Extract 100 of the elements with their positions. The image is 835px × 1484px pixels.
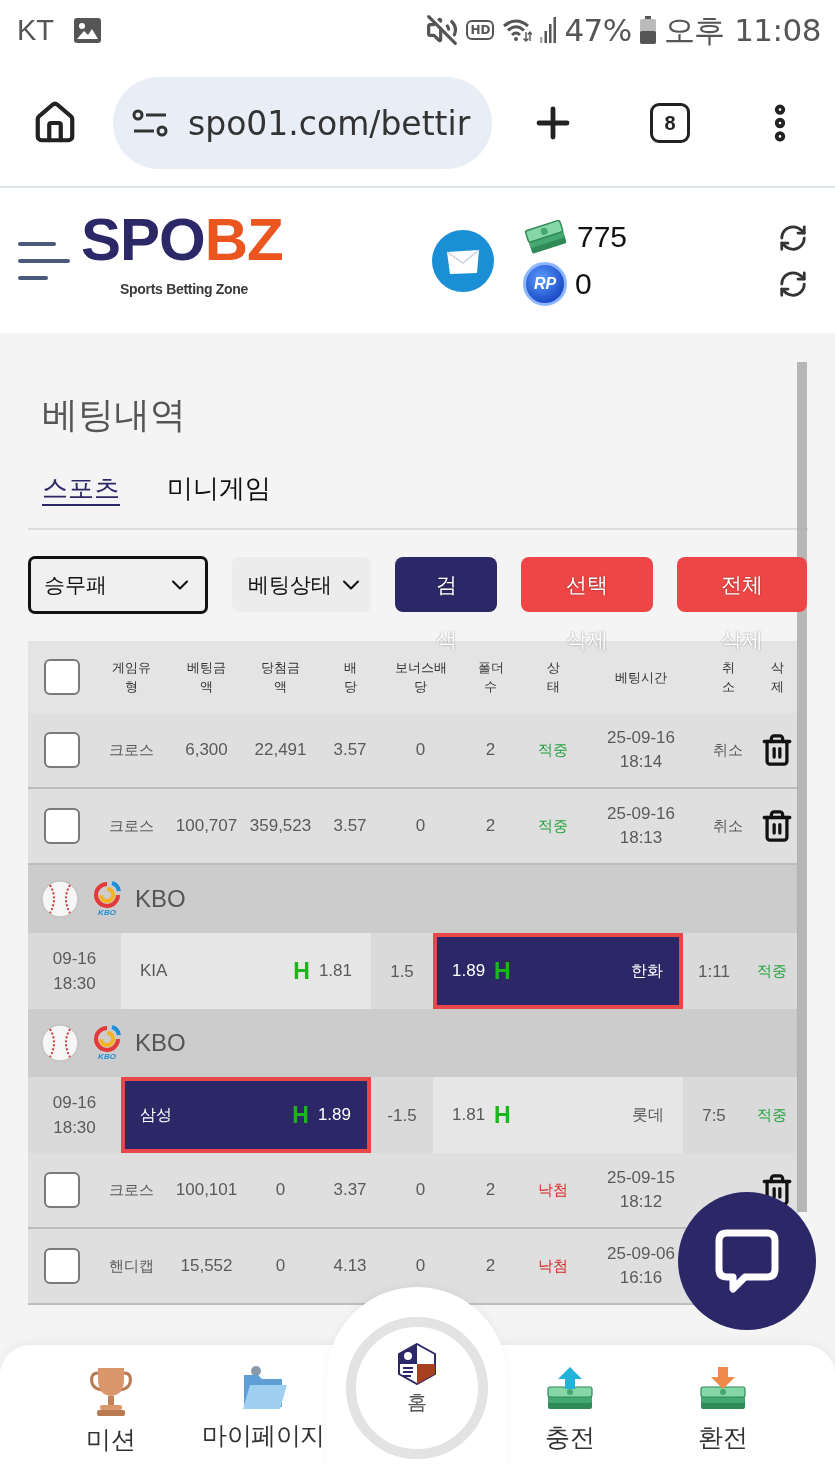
match-date: 09-16 xyxy=(52,1092,97,1114)
cancel-link[interactable]: 취소 xyxy=(713,738,743,762)
nav-button[interactable]: 마이페이지 xyxy=(202,1345,325,1450)
address-bar[interactable]: spo01.com/bettir xyxy=(113,77,492,169)
team-name: KIA xyxy=(140,961,168,981)
handicap-marker: H xyxy=(494,1103,511,1127)
nav-button[interactable]: 충전 xyxy=(544,1345,595,1452)
odds-button[interactable]: 삼성 H 1.89 xyxy=(121,1077,371,1153)
column-header: 베팅금액 xyxy=(186,659,227,696)
row-checkbox[interactable] xyxy=(43,1248,80,1284)
odds-value: 1.81 xyxy=(318,961,352,981)
match-score: 7:5 xyxy=(702,1104,726,1127)
trash-icon[interactable] xyxy=(760,733,794,767)
row-checkbox[interactable] xyxy=(43,732,80,768)
hd-badge: HD xyxy=(466,20,495,40)
table-cell-text: 3.37 xyxy=(333,1179,367,1201)
table-cell-text: 0 xyxy=(415,1179,426,1201)
league-name: KBO xyxy=(135,1029,186,1057)
column-header: 당첨금액 xyxy=(260,659,301,696)
column-header: 폴더수 xyxy=(476,659,505,696)
column-header: 배당 xyxy=(342,659,358,696)
table-cell-text: 22,491 xyxy=(254,739,307,761)
column-header: 게임유형 xyxy=(111,659,152,696)
odds-button[interactable]: KIA H 1.81 xyxy=(121,933,371,1009)
rp-coin: RP xyxy=(523,262,567,306)
logo-tagline: Sports Betting Zone xyxy=(120,280,249,298)
league-logo-icon xyxy=(92,1025,122,1052)
wifi-icon xyxy=(502,18,533,42)
table-cell-text: 100,707 xyxy=(175,815,238,837)
table-cell-text: 25-09-16 18:13 xyxy=(605,803,677,849)
battery-icon xyxy=(639,16,656,44)
table-cell-text: 3.57 xyxy=(333,815,367,837)
tab[interactable]: 스포츠 xyxy=(42,470,120,506)
table-cell-text: 크로스 xyxy=(109,740,154,760)
table-cell-text: 359,523 xyxy=(249,815,312,837)
select-all-checkbox[interactable] xyxy=(43,659,80,695)
nav-button[interactable]: 환전 xyxy=(697,1345,748,1452)
refresh-icon[interactable] xyxy=(778,222,808,253)
table-cell-text: 0 xyxy=(415,815,426,837)
table-cell-text: 0 xyxy=(415,1255,426,1277)
refresh-icon[interactable] xyxy=(778,268,808,299)
table-cell-text: 4.13 xyxy=(333,1255,367,1277)
column-header: 삭제 xyxy=(769,659,785,696)
handicap-line: 1.5 xyxy=(390,960,414,983)
team-name: 롯데 xyxy=(632,1104,664,1125)
table-cell-text: 25-09-06 16:16 xyxy=(605,1243,677,1289)
column-header: 취소 xyxy=(720,659,736,696)
status-label: 적중 xyxy=(538,740,568,760)
match-time: 18:30 xyxy=(53,1117,96,1139)
league-name: KBO xyxy=(135,885,186,913)
game-hexagon-icon xyxy=(397,1343,436,1385)
handicap-marker: H xyxy=(494,959,511,983)
logo-wordmark: SPOBZ xyxy=(81,214,283,266)
table-cell-text: 6,300 xyxy=(185,739,228,761)
cancel-link[interactable]: 취소 xyxy=(713,814,743,838)
table-cell-text: 2 xyxy=(485,1255,496,1277)
site-settings-icon[interactable] xyxy=(132,109,168,137)
mail-icon[interactable] xyxy=(432,229,494,292)
table-cell-text: 2 xyxy=(485,1179,496,1201)
table-cell-text: 3.57 xyxy=(333,739,367,761)
tab[interactable]: 미니게임 xyxy=(167,470,271,506)
trophy-icon xyxy=(87,1365,134,1417)
row-checkbox[interactable] xyxy=(43,808,80,844)
table-cell-text: 0 xyxy=(275,1255,286,1277)
match-date: 09-16 xyxy=(52,948,97,970)
table-cell-text: 25-09-15 18:12 xyxy=(605,1167,677,1213)
odds-value: 1.89 xyxy=(452,961,486,981)
match-time: 18:30 xyxy=(53,973,96,995)
tab-count-button[interactable]: 8 xyxy=(650,103,690,143)
home-nav-button[interactable]: 홈 xyxy=(345,1317,488,1459)
table-cell-text: 0 xyxy=(415,739,426,761)
gallery-icon xyxy=(74,17,102,43)
odds-button[interactable]: 1.81 H 롯데 xyxy=(433,1077,683,1153)
team-name: 한화 xyxy=(631,960,663,981)
trash-icon[interactable] xyxy=(760,809,794,843)
row-checkbox[interactable] xyxy=(43,1172,80,1208)
bet-status-dropdown[interactable]: 베팅상태 xyxy=(232,557,371,612)
column-header: 상태 xyxy=(545,659,561,696)
page-title: 베팅내역 xyxy=(42,393,186,437)
table-cell-text: 핸디캡 xyxy=(109,1256,154,1276)
clock: 오후 11:08 xyxy=(663,12,821,48)
match-score: 1:11 xyxy=(698,960,730,983)
nav-button[interactable]: 미션 xyxy=(86,1345,135,1454)
column-header: 베팅시간 xyxy=(615,668,667,687)
carrier-name: KT xyxy=(17,13,55,47)
odds-button[interactable]: 1.89 H 한화 xyxy=(433,933,683,1009)
table-cell-text: 0 xyxy=(275,1179,286,1201)
table-cell-text: 크로스 xyxy=(109,1180,154,1200)
table-cell-text: 2 xyxy=(485,739,496,761)
balance-amount: 775 xyxy=(577,220,628,254)
table-cell-text: 100,101 xyxy=(175,1179,238,1201)
table-cell-text: 크로스 xyxy=(109,816,154,836)
game-type-dropdown[interactable]: 승무패 xyxy=(28,556,208,614)
odds-value: 1.89 xyxy=(317,1105,351,1125)
team-name: 삼성 xyxy=(140,1104,172,1125)
status-label: 적중 xyxy=(756,1105,787,1125)
menu-icon[interactable] xyxy=(18,240,70,281)
baseball-icon xyxy=(41,1024,79,1062)
chat-bubble-icon xyxy=(715,1229,779,1293)
muted-speaker-icon xyxy=(426,14,459,46)
